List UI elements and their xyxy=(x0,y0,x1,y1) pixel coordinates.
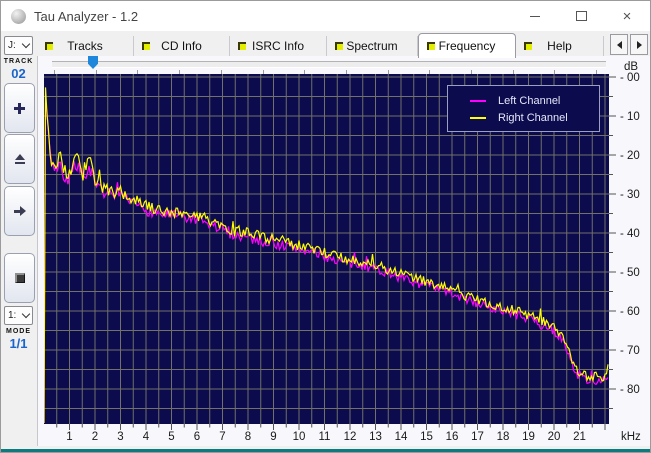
close-icon: × xyxy=(622,7,632,25)
title-bar: Tau Analyzer - 1.2 × xyxy=(1,1,650,31)
app-window: Tau Analyzer - 1.2 × Tracks CD Info ISRC I… xyxy=(0,0,651,453)
x-tick-label: 15 xyxy=(420,431,433,443)
frequency-chart: 1 2 3 4 5 6 7 8 9 10 11 12 13 14 15 16 17 18 19 20 21 kHz - 00… xyxy=(43,58,650,448)
tab-scrollers xyxy=(608,32,650,57)
y-tick-label: - 20 xyxy=(620,150,640,162)
x-tick-label: 2 xyxy=(92,431,98,443)
position-slider-track[interactable] xyxy=(52,61,606,68)
plus-icon xyxy=(14,102,25,114)
tab-scroll-left-button[interactable] xyxy=(610,34,628,55)
legend-row-left-channel: Left Channel xyxy=(448,92,599,109)
eject-icon xyxy=(14,154,25,164)
y-tick-label: - 40 xyxy=(620,228,640,240)
tab-flag-icon xyxy=(142,42,150,50)
tab-scroll-right-button[interactable] xyxy=(630,34,648,55)
tab-label: Help xyxy=(547,39,572,53)
x-tick-label: 19 xyxy=(522,431,535,443)
mode-label: MODE xyxy=(6,328,31,335)
legend-label: Right Channel xyxy=(498,111,568,124)
next-button[interactable] xyxy=(4,186,35,236)
x-tick-label: 5 xyxy=(168,431,174,443)
x-tick-label: 4 xyxy=(143,431,150,443)
y-tick-label: - 10 xyxy=(620,111,640,123)
x-tick-label: 3 xyxy=(117,431,123,443)
frequency-panel: 1 2 3 4 5 6 7 8 9 10 11 12 13 14 15 16 17 18 19 20 21 kHz - 00… xyxy=(37,56,650,446)
window-bottom-edge xyxy=(1,449,650,452)
tab-label: Spectrum xyxy=(346,39,398,53)
x-tick-label: 8 xyxy=(245,431,251,443)
mode-combo-value: 1: xyxy=(8,310,17,321)
tab-strip: Tracks CD Info ISRC Info Spectrum Frequency H… xyxy=(37,32,650,58)
tab-flag-icon xyxy=(238,42,246,50)
stop-icon xyxy=(14,273,25,283)
mode-value: 1/1 xyxy=(9,336,28,351)
left-channel-swatch xyxy=(470,99,486,102)
x-tick-label: 6 xyxy=(194,431,200,443)
tab-label: Frequency xyxy=(438,39,496,53)
track-label: TRACK xyxy=(3,58,34,65)
tab-flag-icon xyxy=(335,42,343,50)
legend-label: Left Channel xyxy=(498,94,561,107)
maximize-button[interactable] xyxy=(558,1,604,31)
triangle-left-icon xyxy=(616,40,622,49)
close-button[interactable]: × xyxy=(604,1,650,31)
chevron-down-icon xyxy=(21,309,31,319)
legend-row-right-channel: Right Channel xyxy=(448,109,599,126)
x-tick-label: 14 xyxy=(395,431,408,443)
y-tick-label: - 60 xyxy=(620,306,640,318)
mode-combo[interactable]: 1: xyxy=(4,306,33,325)
x-tick-label: 18 xyxy=(497,431,510,443)
x-tick-label: 16 xyxy=(446,431,459,443)
window-controls: × xyxy=(512,1,650,31)
add-button[interactable] xyxy=(4,83,35,133)
tab-tracks[interactable]: Tracks xyxy=(37,36,134,57)
triangle-right-icon xyxy=(636,40,642,49)
drive-combo[interactable]: J: xyxy=(4,36,33,55)
app-sphere-icon xyxy=(11,8,26,24)
x-tick-label: 20 xyxy=(548,431,561,443)
tab-label: CD Info xyxy=(161,39,202,53)
y-tick-label: - 30 xyxy=(620,189,640,201)
chevron-down-icon xyxy=(21,39,31,49)
minimize-icon xyxy=(530,15,540,17)
right-channel-swatch xyxy=(470,116,486,119)
x-tick-label: 10 xyxy=(293,431,306,443)
x-tick-label: 1 xyxy=(66,431,72,443)
window-title: Tau Analyzer - 1.2 xyxy=(34,8,139,24)
tab-isrc-info[interactable]: ISRC Info xyxy=(230,36,327,57)
x-tick-label: 17 xyxy=(471,431,484,443)
arrow-right-icon xyxy=(13,206,26,216)
tab-flag-icon xyxy=(427,42,435,50)
minimize-button[interactable] xyxy=(512,1,558,31)
tab-help[interactable]: Help xyxy=(516,36,604,57)
x-tick-label: 21 xyxy=(573,431,586,443)
tab-frequency[interactable]: Frequency xyxy=(418,33,516,58)
x-tick-label: 12 xyxy=(344,431,357,443)
x-axis-unit-label: kHz xyxy=(621,431,641,443)
y-tick-label: - 70 xyxy=(620,345,640,357)
tab-flag-icon xyxy=(524,42,532,50)
track-value: 02 xyxy=(11,66,26,81)
maximize-icon xyxy=(575,11,587,21)
x-tick-label: 9 xyxy=(270,431,276,443)
x-tick-label: 7 xyxy=(219,431,225,443)
tab-flag-icon xyxy=(45,42,53,50)
y-tick-label: - 50 xyxy=(620,267,640,279)
chart-legend: Left Channel Right Channel xyxy=(447,85,600,132)
tab-spectrum[interactable]: Spectrum xyxy=(327,36,418,57)
eject-button[interactable] xyxy=(4,134,35,184)
sidebar: J: TRACK 02 1: MODE 1/1 xyxy=(3,34,35,446)
x-tick-label: 11 xyxy=(319,431,331,443)
x-tick-label: 13 xyxy=(369,431,382,443)
slider-ticks xyxy=(38,70,650,74)
tab-label: Tracks xyxy=(67,39,103,53)
tab-label: ISRC Info xyxy=(251,39,305,53)
y-tick-label: - 80 xyxy=(620,384,640,396)
tab-cd-info[interactable]: CD Info xyxy=(134,36,230,57)
drive-combo-value: J: xyxy=(8,40,16,51)
stop-button[interactable] xyxy=(4,253,35,303)
